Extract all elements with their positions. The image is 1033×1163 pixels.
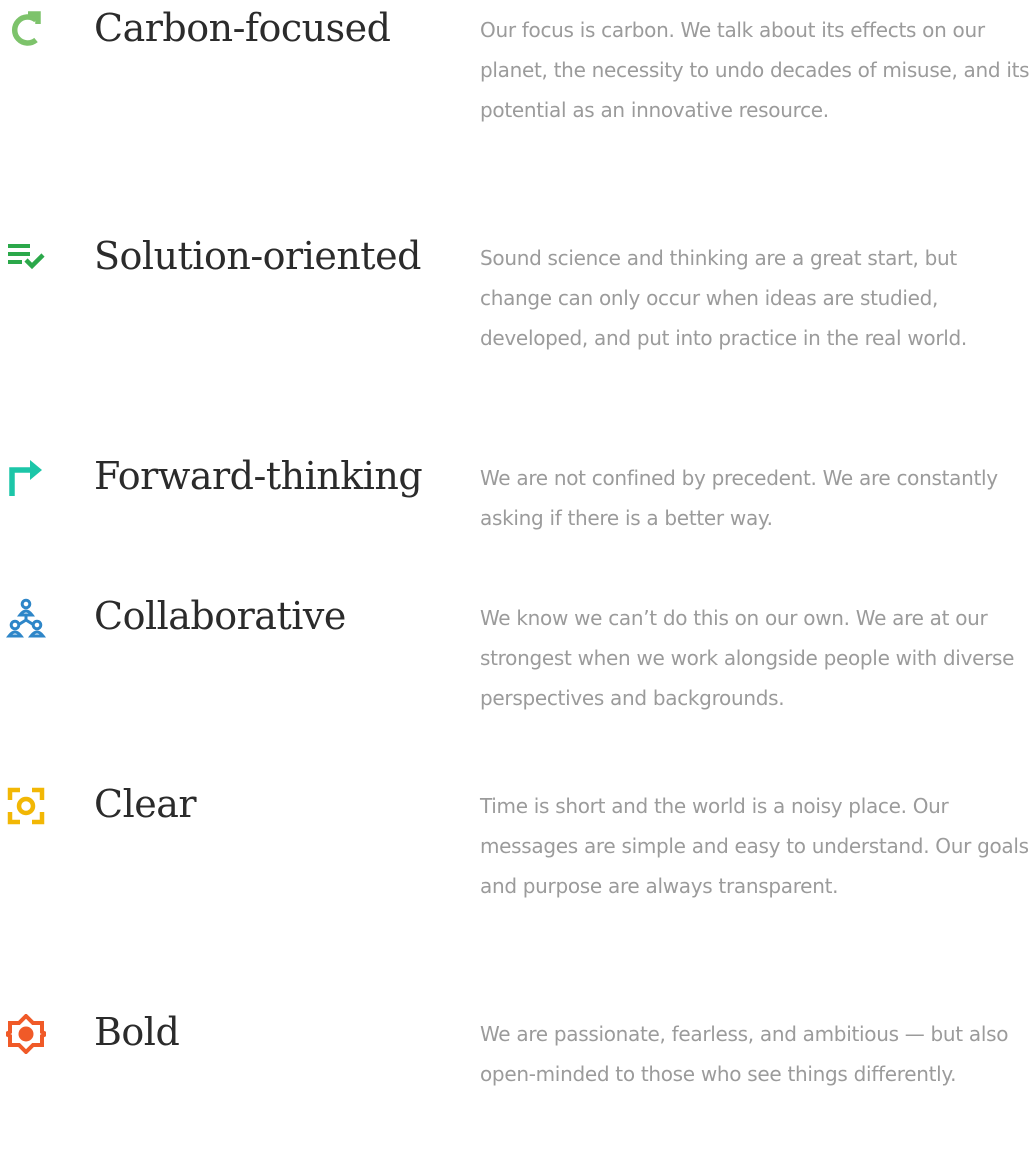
people-network-icon <box>6 598 46 638</box>
list-check-icon <box>6 238 46 278</box>
refresh-arrow-icon <box>6 10 46 50</box>
value-description: Our focus is carbon. We talk about its e… <box>480 18 1030 122</box>
value-title: Collaborative <box>94 594 346 638</box>
value-title: Forward-thinking <box>94 454 423 498</box>
value-title: Clear <box>94 782 197 826</box>
value-description: We know we can’t do this on our own. We … <box>480 606 1015 710</box>
value-description: We are passionate, fearless, and ambitio… <box>480 1022 1009 1086</box>
sun-badge-icon <box>6 1014 46 1054</box>
value-title: Bold <box>94 1010 180 1054</box>
value-title: Carbon-focused <box>94 6 391 50</box>
value-description: We are not confined by precedent. We are… <box>480 466 998 530</box>
turn-right-arrow-icon <box>6 458 46 498</box>
value-description: Sound science and thinking are a great s… <box>480 246 967 350</box>
focus-target-icon <box>6 786 46 826</box>
value-title: Solution-oriented <box>94 234 421 278</box>
value-description: Time is short and the world is a noisy p… <box>480 794 1029 898</box>
